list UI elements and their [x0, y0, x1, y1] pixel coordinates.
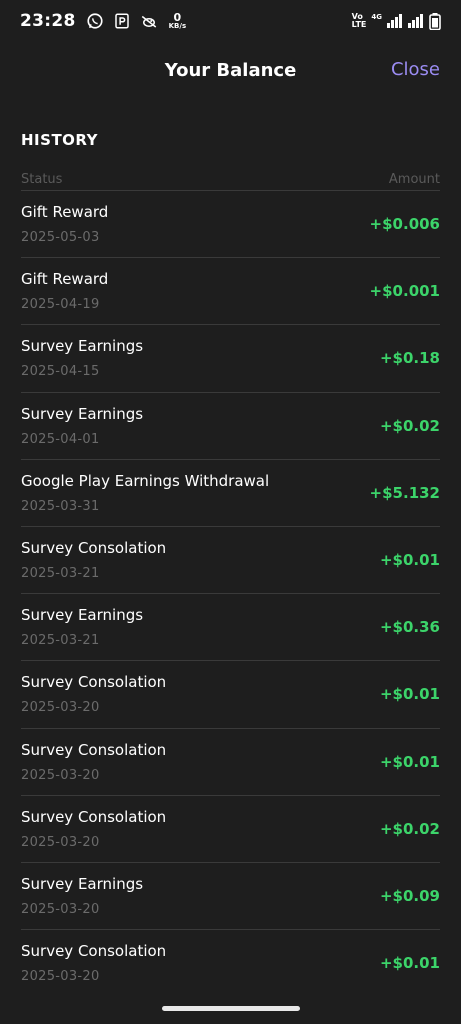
history-row-date: 2025-03-20 — [21, 834, 100, 850]
history-row-date: 2025-03-20 — [21, 901, 100, 917]
history-row: Survey Consolation 2025-03-20 +$0.02 — [21, 796, 440, 863]
history-row-amount: +$0.01 — [379, 752, 440, 771]
history-row: Survey Consolation 2025-03-20 +$0.01 — [21, 661, 440, 729]
history-row-amount: +$0.18 — [379, 349, 440, 368]
system-icons: Vo LTE 4G — [351, 12, 441, 30]
history-row-label: Survey Consolation — [21, 673, 167, 692]
history-row: Survey Consolation 2025-03-20 +$0.01 — [21, 930, 440, 997]
history-row-amount: +$0.001 — [369, 282, 440, 301]
history-row-date: 2025-03-21 — [21, 633, 100, 649]
history-row: Survey Earnings 2025-03-20 +$0.09 — [21, 863, 440, 931]
history-row-date: 2025-03-21 — [21, 565, 100, 581]
volte-indicator: Vo LTE — [351, 12, 367, 29]
notification-icons: 0 KB/s — [86, 12, 186, 30]
status-bar: 23:28 0 KB/s Vo LTE 4G — [0, 0, 461, 42]
history-row-amount: +$0.006 — [369, 215, 440, 233]
history-row-amount: +$0.02 — [379, 819, 440, 838]
parking-app-icon — [114, 13, 129, 29]
bird-app-icon — [141, 15, 156, 28]
history-row-label: Google Play Earnings Withdrawal — [21, 471, 270, 490]
history-row: Survey Earnings 2025-04-15 +$0.18 — [21, 325, 440, 393]
history-row-label: Survey Consolation — [21, 807, 167, 826]
network-type: 4G — [371, 13, 382, 21]
table-header: Status Amount — [21, 172, 440, 191]
column-header-amount: Amount — [388, 172, 440, 187]
history-row-amount: +$0.01 — [379, 550, 440, 569]
whatsapp-icon — [87, 13, 103, 29]
home-indicator[interactable] — [162, 1006, 300, 1011]
history-row-label: Gift Reward — [21, 270, 109, 289]
close-button[interactable]: Close — [391, 59, 440, 80]
status-time: 23:28 — [20, 11, 76, 31]
history-row-date: 2025-03-20 — [21, 767, 100, 783]
signal-icon-2 — [408, 14, 423, 28]
column-header-status: Status — [21, 172, 63, 187]
history-row-label: Survey Consolation — [21, 740, 167, 759]
history-row-amount: +$0.01 — [379, 685, 440, 704]
history-row-amount: +$0.09 — [379, 886, 440, 905]
history-row-label: Survey Earnings — [21, 606, 144, 625]
network-speed-unit: KB/s — [168, 22, 187, 30]
history-row-label: Survey Earnings — [21, 337, 144, 356]
history-row-date: 2025-03-20 — [21, 700, 100, 716]
history-row-date: 2025-05-03 — [21, 230, 100, 245]
battery-icon — [429, 12, 441, 30]
history-row: Survey Consolation 2025-03-20 +$0.01 — [21, 729, 440, 796]
history-row-label: Survey Consolation — [21, 942, 167, 961]
history-row-label: Survey Earnings — [21, 404, 144, 423]
history-row-date: 2025-03-31 — [21, 498, 100, 514]
history-row: Survey Consolation 2025-03-21 +$0.01 — [21, 527, 440, 595]
history-row-amount: +$0.01 — [379, 954, 440, 973]
section-title-history: HISTORY — [21, 131, 99, 149]
history-row: Google Play Earnings Withdrawal 2025-03-… — [21, 460, 440, 527]
header: Your Balance Close — [0, 50, 461, 94]
history-row-date: 2025-04-15 — [21, 364, 100, 380]
history-row: Survey Earnings 2025-04-01 +$0.02 — [21, 393, 440, 460]
history-row-date: 2025-04-01 — [21, 431, 100, 447]
history-row-amount: +$0.36 — [379, 618, 440, 637]
network-speed: 0 KB/s — [169, 12, 186, 30]
history-row: Survey Earnings 2025-03-21 +$0.36 — [21, 594, 440, 662]
history-row: Gift Reward 2025-04-19 +$0.001 — [21, 258, 440, 326]
history-row-label: Survey Consolation — [21, 538, 167, 557]
history-list: Gift Reward 2025-05-03 +$0.006 Gift Rewa… — [21, 191, 440, 997]
signal-icon-1 — [387, 14, 402, 28]
history-row-label: Gift Reward — [21, 203, 109, 221]
history-row-date: 2025-04-19 — [21, 297, 100, 313]
history-row: Gift Reward 2025-05-03 +$0.006 — [21, 191, 440, 259]
history-row-amount: +$0.02 — [379, 416, 440, 435]
history-row-date: 2025-03-20 — [21, 969, 100, 985]
history-row-label: Survey Earnings — [21, 874, 144, 893]
history-row-amount: +$5.132 — [369, 483, 440, 502]
